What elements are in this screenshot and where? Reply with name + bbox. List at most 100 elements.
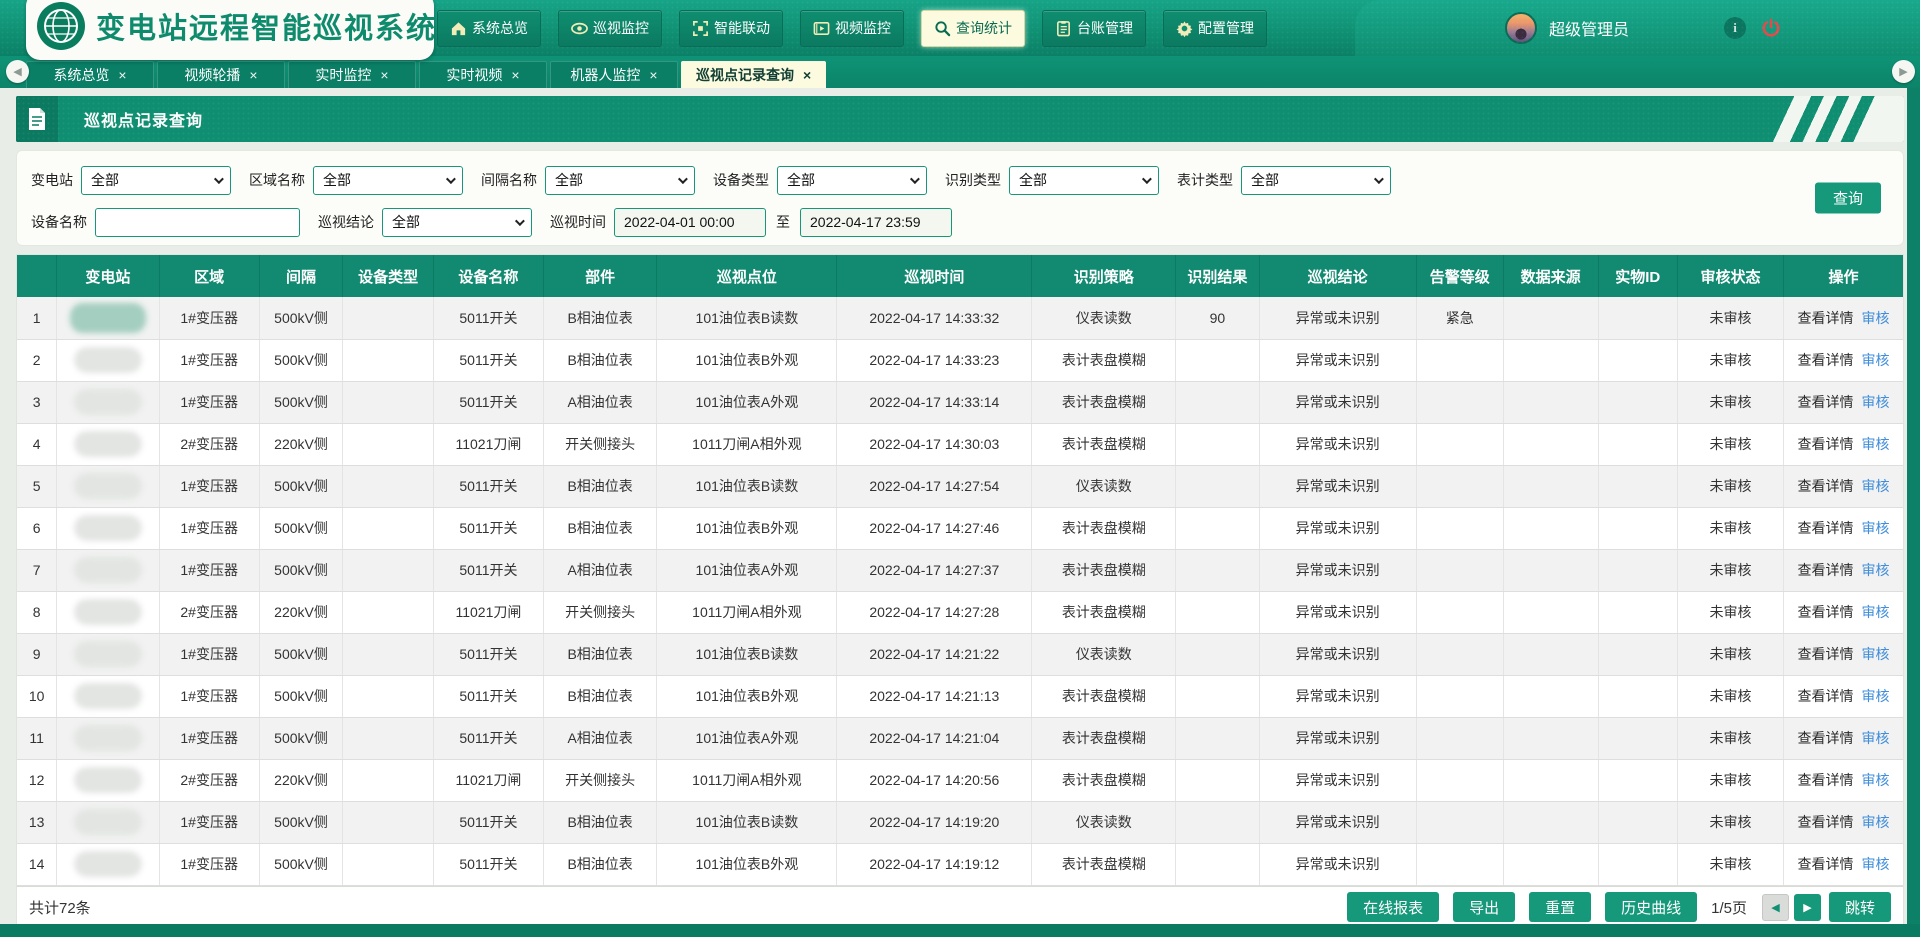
table-row[interactable]: 71#变压器500kV侧5011开关A相油位表101油位表A外观2022-04-… (17, 549, 1903, 591)
cell-device_type (343, 717, 434, 759)
cell-num: 11 (17, 717, 57, 759)
cell-source (1503, 339, 1598, 381)
conclusion-select[interactable]: 全部 (382, 208, 532, 237)
filter-select-1[interactable]: 全部 (313, 166, 463, 195)
cell-device_type (343, 297, 434, 339)
filter-select-0[interactable]: 全部 (81, 166, 231, 195)
tab-0[interactable]: 系统总览× (26, 61, 154, 88)
audit-link[interactable]: 审核 (1862, 604, 1890, 620)
audit-link[interactable]: 审核 (1862, 310, 1890, 326)
audit-link[interactable]: 审核 (1862, 856, 1890, 872)
nav-button-4[interactable]: 查询统计 (921, 10, 1025, 47)
nav-button-0[interactable]: 系统总览 (437, 10, 541, 47)
table-row[interactable]: 101#变压器500kV侧5011开关B相油位表101油位表B外观2022-04… (17, 675, 1903, 717)
table-row[interactable]: 122#变压器220kV侧11021刀闸开关侧接头1011刀闸A相外观2022-… (17, 759, 1903, 801)
info-icon[interactable]: i (1724, 17, 1746, 39)
query-button[interactable]: 查询 (1815, 183, 1881, 214)
cell-conclusion: 异常或未识别 (1259, 801, 1416, 843)
tab-2[interactable]: 实时监控× (288, 61, 416, 88)
footer-button-2[interactable]: 重置 (1529, 892, 1591, 922)
table-row[interactable]: 21#变压器500kV侧5011开关B相油位表101油位表B外观2022-04-… (17, 339, 1903, 381)
cell-source (1503, 507, 1598, 549)
tab-4[interactable]: 机器人监控× (550, 61, 678, 88)
audit-link[interactable]: 审核 (1862, 436, 1890, 452)
nav-button-6[interactable]: 配置管理 (1163, 10, 1267, 47)
audit-link[interactable]: 审核 (1862, 814, 1890, 830)
audit-link[interactable]: 审核 (1862, 478, 1890, 494)
view-detail-link[interactable]: 查看详情 (1798, 520, 1854, 536)
prev-page-button[interactable]: ◀ (1762, 894, 1789, 921)
jump-button[interactable]: 跳转 (1829, 892, 1891, 922)
footer-button-0[interactable]: 在线报表 (1347, 892, 1439, 922)
next-page-button[interactable]: ▶ (1794, 894, 1821, 921)
audit-link[interactable]: 审核 (1862, 520, 1890, 536)
table-row[interactable]: 131#变压器500kV侧5011开关B相油位表101油位表B读数2022-04… (17, 801, 1903, 843)
close-icon[interactable]: × (803, 68, 811, 82)
view-detail-link[interactable]: 查看详情 (1798, 310, 1854, 326)
filter-select-value: 全部 (91, 170, 119, 190)
filter-select-2[interactable]: 全部 (545, 166, 695, 195)
footer-button-1[interactable]: 导出 (1453, 892, 1515, 922)
tab-scroll-right-icon[interactable]: ▶ (1892, 60, 1915, 83)
table-row[interactable]: 61#变压器500kV侧5011开关B相油位表101油位表B外观2022-04-… (17, 507, 1903, 549)
view-detail-link[interactable]: 查看详情 (1798, 688, 1854, 704)
view-detail-link[interactable]: 查看详情 (1798, 814, 1854, 830)
filter-select-5[interactable]: 全部 (1241, 166, 1391, 195)
view-detail-link[interactable]: 查看详情 (1798, 478, 1854, 494)
filter-select-4[interactable]: 全部 (1009, 166, 1159, 195)
tab-3[interactable]: 实时视频× (419, 61, 547, 88)
audit-link[interactable]: 审核 (1862, 688, 1890, 704)
column-header-1: 变电站 (57, 255, 159, 297)
table-row[interactable]: 11#变压器500kV侧5011开关B相油位表101油位表B读数2022-04-… (17, 297, 1903, 339)
table-row[interactable]: 31#变压器500kV侧5011开关A相油位表101油位表A外观2022-04-… (17, 381, 1903, 423)
tab-5[interactable]: 巡视点记录查询× (681, 61, 826, 88)
nav-button-5[interactable]: 台账管理 (1042, 10, 1146, 47)
cell-device_name: 5011开关 (434, 801, 544, 843)
audit-link[interactable]: 审核 (1862, 394, 1890, 410)
view-detail-link[interactable]: 查看详情 (1798, 352, 1854, 368)
view-detail-link[interactable]: 查看详情 (1798, 436, 1854, 452)
view-detail-link[interactable]: 查看详情 (1798, 394, 1854, 410)
time-from-input[interactable]: 2022-04-01 00:00 (614, 208, 766, 237)
table-row[interactable]: 82#变压器220kV侧11021刀闸开关侧接头1011刀闸A相外观2022-0… (17, 591, 1903, 633)
cell-alarm (1416, 843, 1503, 885)
nav-button-1[interactable]: 巡视监控 (558, 10, 662, 47)
filter-pair-5: 表计类型全部 (1177, 166, 1391, 195)
cell-area: 2#变压器 (159, 591, 259, 633)
filter-pair-4: 识别类型全部 (945, 166, 1159, 195)
tab-scroll-left-icon[interactable]: ◀ (6, 60, 29, 83)
view-detail-link[interactable]: 查看详情 (1798, 730, 1854, 746)
nav-button-2[interactable]: 智能联动 (679, 10, 783, 47)
table-row[interactable]: 91#变压器500kV侧5011开关B相油位表101油位表B读数2022-04-… (17, 633, 1903, 675)
view-detail-link[interactable]: 查看详情 (1798, 604, 1854, 620)
close-icon[interactable]: × (249, 68, 257, 82)
tab-1[interactable]: 视频轮播× (157, 61, 285, 88)
audit-link[interactable]: 审核 (1862, 352, 1890, 368)
close-icon[interactable]: × (118, 68, 126, 82)
close-icon[interactable]: × (649, 68, 657, 82)
table-row[interactable]: 111#变压器500kV侧5011开关A相油位表101油位表A外观2022-04… (17, 717, 1903, 759)
view-detail-link[interactable]: 查看详情 (1798, 772, 1854, 788)
table-row[interactable]: 42#变压器220kV侧11021刀闸开关侧接头1011刀闸A相外观2022-0… (17, 423, 1903, 465)
view-detail-link[interactable]: 查看详情 (1798, 856, 1854, 872)
close-icon[interactable]: × (511, 68, 519, 82)
filter-row-1: 变电站全部区域名称全部间隔名称全部设备类型全部识别类型全部表计类型全部 (31, 165, 1803, 195)
avatar[interactable] (1505, 12, 1537, 44)
nav-button-3[interactable]: 视频监控 (800, 10, 904, 47)
power-logout-icon[interactable] (1760, 17, 1782, 39)
table-row[interactable]: 51#变压器500kV侧5011开关B相油位表101油位表B读数2022-04-… (17, 465, 1903, 507)
audit-link[interactable]: 审核 (1862, 562, 1890, 578)
table-row[interactable]: 141#变压器500kV侧5011开关B相油位表101油位表B外观2022-04… (17, 843, 1903, 885)
cell-source (1503, 759, 1598, 801)
view-detail-link[interactable]: 查看详情 (1798, 646, 1854, 662)
audit-link[interactable]: 审核 (1862, 772, 1890, 788)
view-detail-link[interactable]: 查看详情 (1798, 562, 1854, 578)
cell-device_name: 11021刀闸 (434, 759, 544, 801)
close-icon[interactable]: × (380, 68, 388, 82)
time-to-input[interactable]: 2022-04-17 23:59 (800, 208, 952, 237)
filter-select-3[interactable]: 全部 (777, 166, 927, 195)
device-name-input[interactable] (95, 208, 300, 237)
audit-link[interactable]: 审核 (1862, 730, 1890, 746)
footer-button-3[interactable]: 历史曲线 (1605, 892, 1697, 922)
audit-link[interactable]: 审核 (1862, 646, 1890, 662)
